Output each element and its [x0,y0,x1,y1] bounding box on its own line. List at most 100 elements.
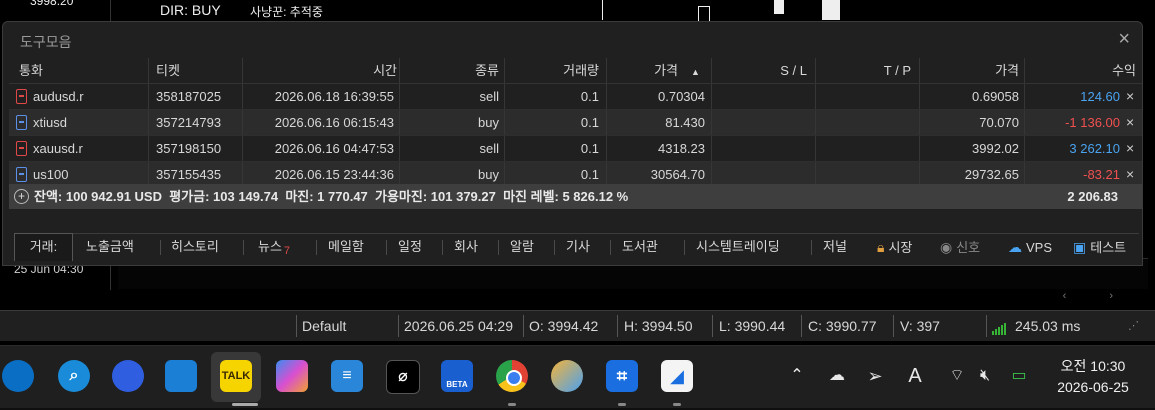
taskbar-clock[interactable]: 오전 10:30 2026-06-25 [1043,356,1143,398]
col-current-price[interactable]: 가격 [919,58,1019,83]
cell-symbol: xauusd.r [33,141,83,156]
col-tp[interactable]: T / P [815,58,911,83]
total-profit: 2 206.83 [1067,189,1118,204]
paint-icon[interactable] [551,360,583,392]
cell-volume: 0.1 [580,89,599,104]
status-profile[interactable]: Default [302,311,346,341]
tab-journal[interactable]: 저널 [817,234,853,261]
taskbar: ⌕ TALK ≡ ⌀ BETA ⌗ ◢ ⌃ ☁ ➢ A ⌔ 🔇︎ ▭ 오전 10… [0,345,1155,408]
close-position-icon[interactable]: × [1126,136,1134,161]
chrome-icon[interactable] [496,360,528,392]
cell-symbol: xtiusd [33,115,67,130]
cell-ticket: 357198150 [156,141,222,156]
cell-current-price: 70.070 [979,115,1019,130]
copilot-icon[interactable] [112,360,144,392]
tab-company[interactable]: 회사 [448,234,484,261]
notepad-icon[interactable]: ≡ [331,360,363,392]
chart-status-label: 사냥꾼: 추적중 [250,5,323,19]
file-manager-icon[interactable] [165,360,197,392]
status-close: C: 3990.77 [808,318,877,334]
close-position-icon[interactable]: × [1126,110,1134,135]
tab-exposure[interactable]: 노출금액 [80,234,140,261]
copilot-app-icon[interactable] [276,360,308,392]
terminal-icon[interactable]: ⌀ [386,360,420,394]
col-price[interactable]: 가격 [606,58,678,83]
resize-grip-icon[interactable]: ⋰ [1128,311,1139,341]
col-volume[interactable]: 거래량 [504,58,599,83]
tab-library[interactable]: 도서관 [616,234,664,261]
cell-profit: -1 136.00 [1065,115,1120,130]
security-app-icon[interactable] [2,360,34,392]
tab-vps[interactable]: ☁ VPS [1002,234,1058,261]
battery-icon[interactable]: ▭ [1004,360,1034,392]
col-profit[interactable]: 수익 [1024,58,1136,83]
table-row[interactable]: xtiusd 357214793 2026.06.16 06:15:43 buy 0.1… [9,110,1142,136]
expand-icon[interactable]: + [14,189,29,204]
cell-type: sell [479,141,499,156]
col-type[interactable]: 종류 [399,58,499,83]
table-row[interactable]: audusd.r 358187025 2026.06.18 16:39:55 sell… [9,84,1142,110]
tab-trade[interactable]: 거래: [14,233,73,261]
sell-position-icon [16,89,27,104]
cell-ticket: 357214793 [156,115,222,130]
tab-signals[interactable]: ◉ 신호 [934,234,986,261]
table-row[interactable]: xauusd.r 357198150 2026.06.16 04:47:53 sell… [9,136,1142,162]
tab-tester-label: 테스트 [1090,240,1127,255]
cell-sl [711,136,807,161]
positions-table: 통화 티켓 시간 종류 거래량 가격 ▲ S / L T / P 가격 수익 a… [9,58,1142,188]
tab-news[interactable]: 뉴스 7 [252,234,296,261]
tab-mailbox[interactable]: 메일함 [322,234,370,261]
metatrader-icon[interactable]: ◢ [661,360,693,392]
cell-sl [711,84,807,109]
chevron-up-icon[interactable]: ⌃ [782,360,812,392]
chart-price-label: 3998.20 [30,0,74,8]
buy-position-icon [16,167,27,182]
beta-app-icon[interactable]: BETA [441,360,473,392]
buy-position-icon [16,115,27,130]
close-icon[interactable]: × [1118,28,1130,51]
tab-vps-label: VPS [1026,240,1053,255]
wifi-icon[interactable]: ⌔ [942,360,972,392]
snipping-tool-icon[interactable]: ⌗ [606,360,638,392]
cell-tp [815,84,911,109]
cloud-icon: ☁ [1008,239,1022,255]
cloud-icon[interactable]: ☁ [822,360,852,392]
search-app-icon[interactable]: ⌕ [58,360,90,392]
cell-time: 2026.06.16 04:47:53 [274,141,394,156]
col-ticket[interactable]: 티켓 [156,58,180,83]
news-badge: 7 [283,245,291,257]
chart-candle [774,0,784,14]
balance-summary-row[interactable]: + 잔액: 100 942.91 USD 평가금: 103 149.74 마진:… [9,184,1142,209]
tab-market[interactable]: 🔒︎ 시장 [871,234,918,261]
chart-candle [822,0,840,20]
tab-history[interactable]: 히스토리 [165,234,225,261]
col-sl[interactable]: S / L [711,58,807,83]
cell-type: sell [479,89,499,104]
status-open: O: 3994.42 [529,318,599,334]
col-symbol[interactable]: 통화 [19,58,43,83]
tab-calendar[interactable]: 일정 [392,234,428,261]
toolbox-title: 도구모음 [20,34,72,50]
cell-volume: 0.1 [580,141,599,156]
volume-mute-icon[interactable]: 🔇︎ [970,360,1000,392]
location-icon[interactable]: ➢ [860,360,890,392]
cell-profit: 124.60 [1080,89,1120,104]
tab-market-label: 시장 [888,240,913,255]
tab-articles[interactable]: 기사 [560,234,596,261]
tab-tester[interactable]: ▣ 테스트 [1067,234,1132,261]
tab-alerts[interactable]: 알람 [504,234,540,261]
sell-position-icon [16,141,27,156]
kakaotalk-icon[interactable]: TALK [220,360,252,392]
cell-time: 2026.06.18 16:39:55 [274,89,394,104]
cell-sl [711,110,807,135]
chart-candle [698,6,710,22]
col-time[interactable]: 시간 [242,58,397,83]
market-bag-icon: 🔒︎ [877,239,885,255]
status-ping[interactable]: 245.03 ms [1015,311,1080,341]
close-position-icon[interactable]: × [1126,84,1134,109]
chart-scroll-arrows[interactable]: ‹ › [1063,290,1133,302]
input-method-label[interactable]: A [900,360,930,392]
tab-signals-label: 신호 [956,240,981,255]
cell-price: 4318.23 [658,141,705,156]
tab-experts[interactable]: 시스템트레이딩 [690,234,786,261]
